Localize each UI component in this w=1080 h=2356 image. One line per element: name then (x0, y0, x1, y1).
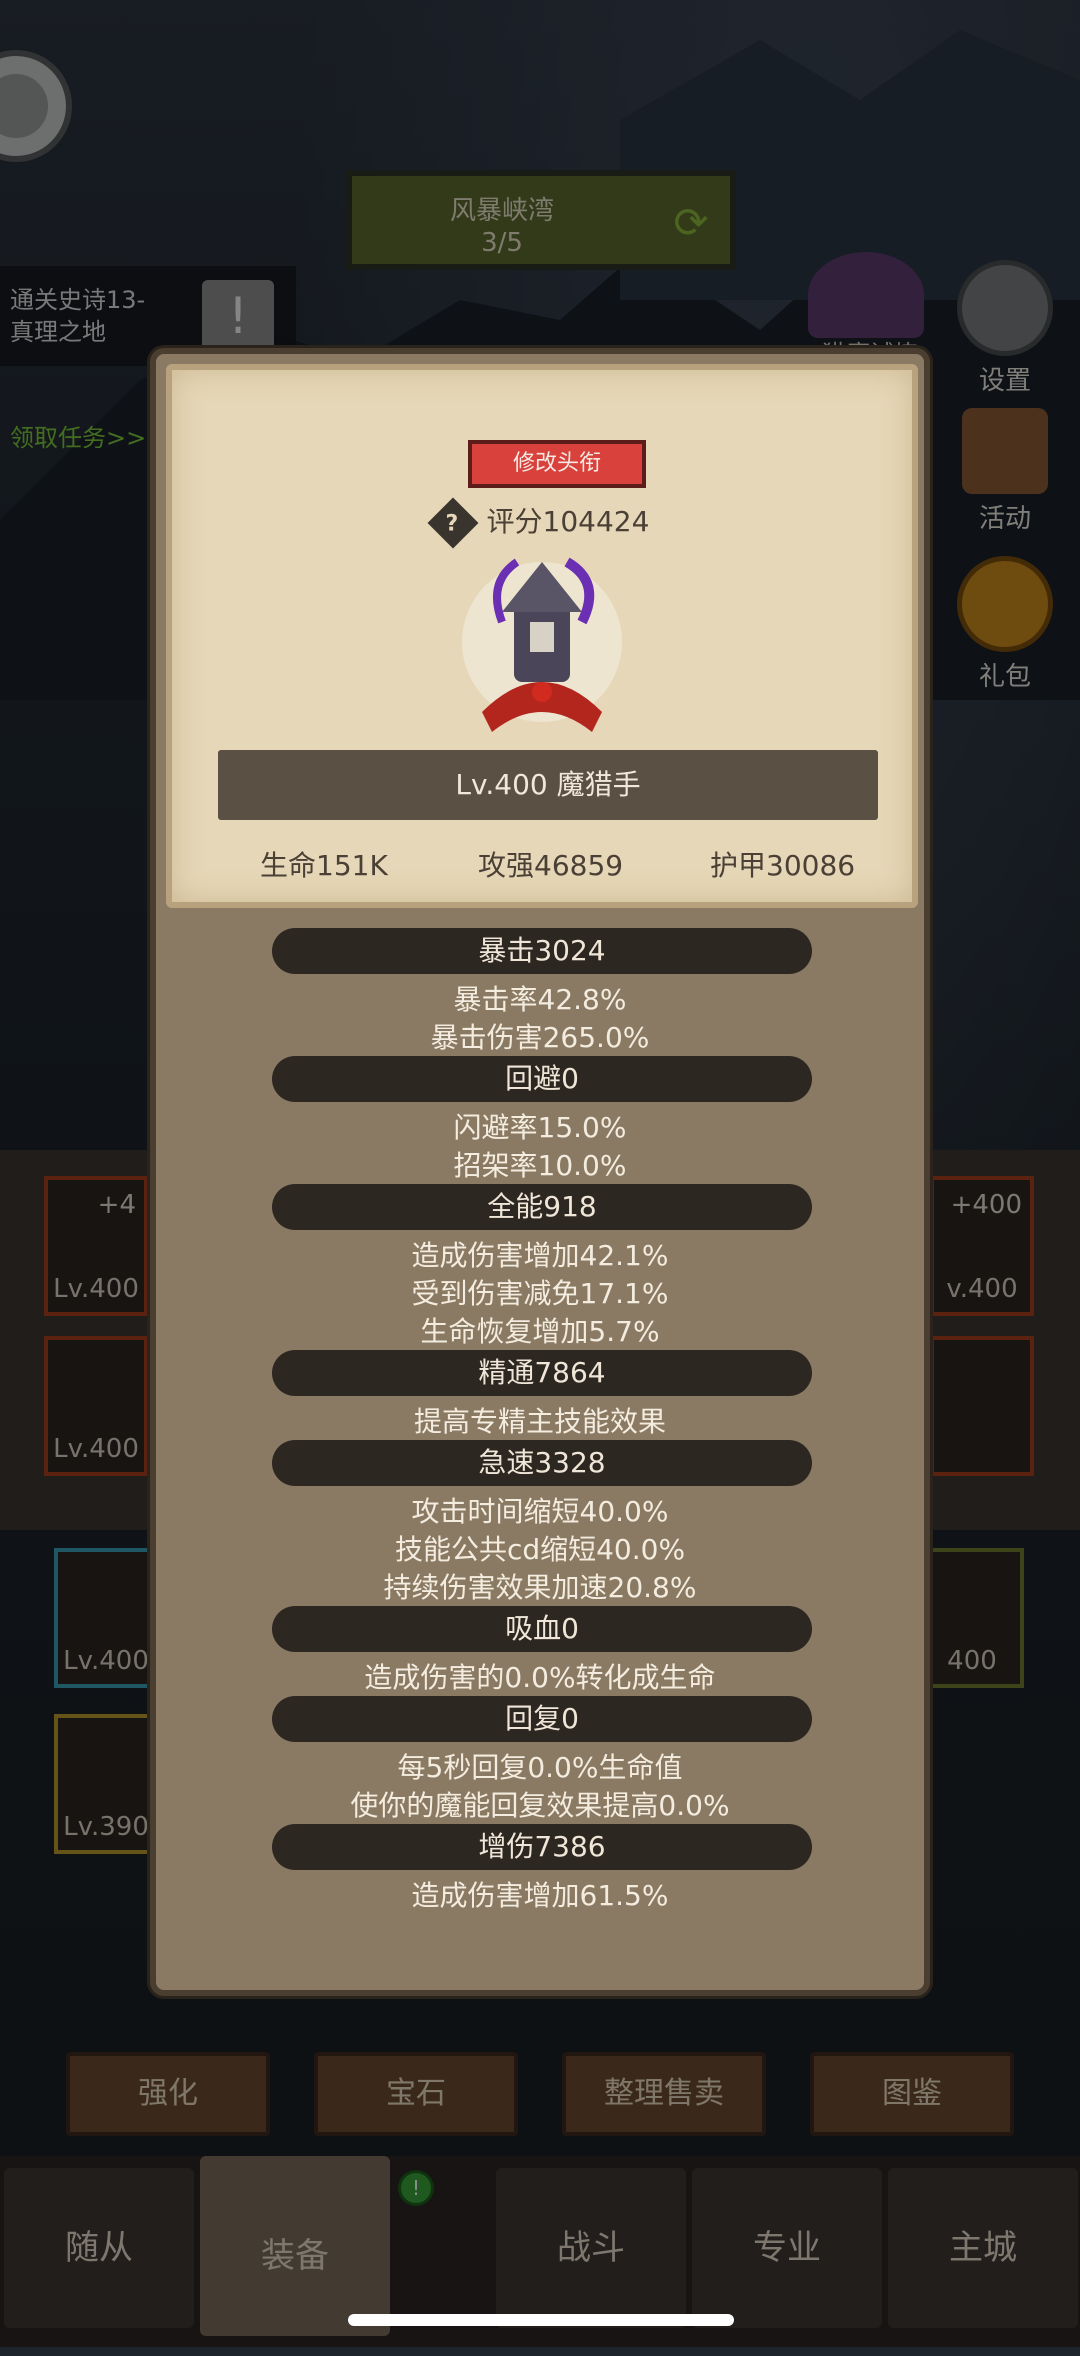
character-stats-modal: 修改头衔 ? 评分104424 Lv.400 魔猎手 生命151K 攻强46859… (150, 348, 930, 1996)
stat-header-damage-increase: 增伤7386 (272, 1824, 812, 1870)
stat-line: 闪避率15.0% (453, 1111, 627, 1144)
stat-line: 造成伤害的0.0%转化成生命 (364, 1661, 716, 1694)
change-title-button[interactable]: 修改头衔 (468, 440, 646, 488)
stat-line: 持续伤害效果加速20.8% (383, 1571, 697, 1604)
score-row: ? 评分104424 (172, 497, 912, 549)
stat-line: 使你的魔能回复效果提高0.0% (350, 1789, 730, 1822)
stat-line: 技能公共cd缩短40.0% (394, 1533, 686, 1566)
character-name: Lv.400 魔猎手 (218, 750, 878, 820)
score-value: 评分104424 (486, 505, 650, 538)
stat-line: 造成伤害增加42.1% (411, 1239, 669, 1272)
stat-line: 受到伤害减免17.1% (411, 1277, 669, 1310)
stat-line: 暴击伤害265.0% (430, 1021, 650, 1054)
stat-header-mastery: 精通7864 (272, 1350, 812, 1396)
stat-header-regen: 回复0 (272, 1696, 812, 1742)
stat-header-lifesteal: 吸血0 (272, 1606, 812, 1652)
stat-line: 攻击时间缩短40.0% (411, 1495, 669, 1528)
stat-line: 提高专精主技能效果 (413, 1405, 666, 1438)
armor-stat: 护甲30086 (710, 849, 856, 882)
character-card: 修改头衔 ? 评分104424 Lv.400 魔猎手 生命151K 攻强46859… (166, 364, 918, 908)
stat-header-haste: 急速3328 (272, 1440, 812, 1486)
stat-header-crit: 暴击3024 (272, 928, 812, 974)
stat-line: 每5秒回复0.0%生命值 (397, 1751, 683, 1784)
stat-header-versatility: 全能918 (272, 1184, 812, 1230)
stat-line: 暴击率42.8% (453, 983, 627, 1016)
home-indicator[interactable] (348, 2314, 734, 2326)
stat-line: 造成伤害增加61.5% (411, 1879, 669, 1912)
stat-header-avoidance: 回避0 (272, 1056, 812, 1102)
stat-line: 生命恢复增加5.7% (420, 1315, 660, 1348)
attack-stat: 攻强46859 (478, 849, 624, 882)
help-icon[interactable]: ? (427, 497, 479, 549)
stat-line: 招架率10.0% (453, 1149, 627, 1182)
character-avatar (462, 557, 622, 732)
life-stat: 生命151K (260, 849, 388, 882)
